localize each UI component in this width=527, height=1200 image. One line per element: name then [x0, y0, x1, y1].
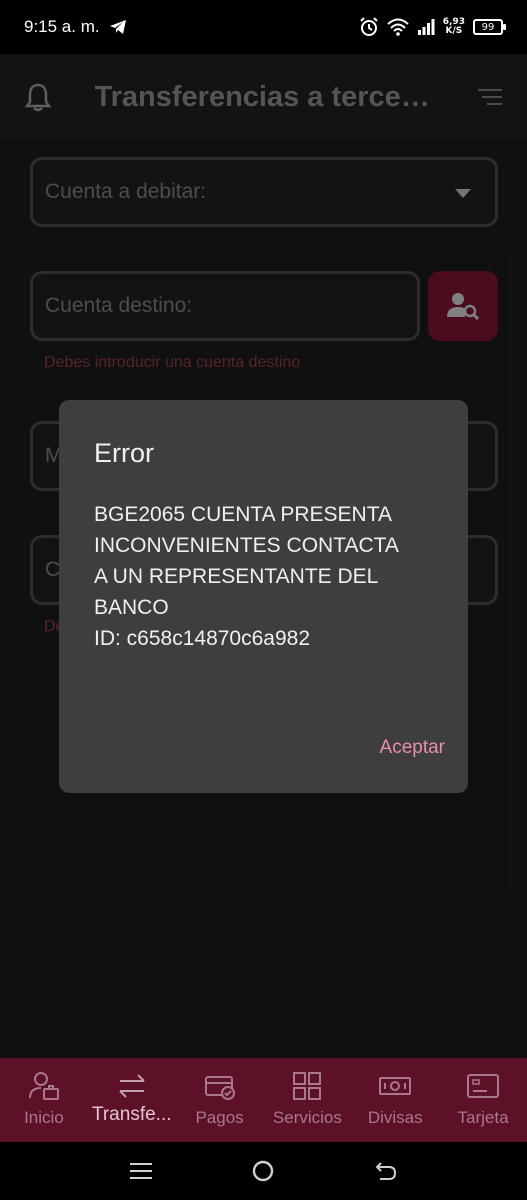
nav-item-tarjeta[interactable]: Tarjeta: [440, 1058, 527, 1142]
nav-item-servicios[interactable]: Servicios: [264, 1058, 351, 1142]
nav-label: Tarjeta: [457, 1108, 509, 1127]
nav-label: Divisas: [367, 1108, 423, 1127]
payment-card-icon: [204, 1076, 235, 1100]
back-icon[interactable]: [375, 1160, 397, 1182]
recent-apps-icon[interactable]: [130, 1161, 153, 1181]
dialog-title: Error: [94, 438, 154, 468]
nav-label: Inicio: [24, 1108, 64, 1127]
nav-label: Servicios: [272, 1108, 342, 1127]
home-person-icon: [28, 1072, 59, 1100]
error-dialog: Error BGE2065 CUENTA PRESENTA INCONVENIE…: [59, 400, 468, 793]
status-right: 6,93 K/S 99: [359, 17, 506, 37]
nav-label: Transfe...: [91, 1104, 172, 1125]
alarm-icon: [360, 17, 378, 36]
battery-level: 99: [481, 21, 495, 33]
dialog-message: BGE2065 CUENTA PRESENTA INCONVENIENTES C…: [94, 503, 399, 650]
card-icon: [467, 1074, 500, 1098]
status-bar: 9:15 a. m. 6,93 K/S 99: [0, 0, 527, 54]
speed-unit: K/S: [445, 26, 463, 36]
battery-icon: 99: [473, 19, 506, 35]
nav-item-divisas[interactable]: Divisas: [352, 1058, 439, 1142]
telegram-icon: [109, 20, 126, 34]
nav-item-transferencias[interactable]: Transfe...: [88, 1058, 175, 1142]
currency-bill-icon: [379, 1077, 412, 1095]
bottom-navigation: Inicio Transfe... Pagos Servicios Divisa…: [0, 1058, 527, 1142]
transfer-arrows-icon: [119, 1074, 145, 1098]
signal-icon: [417, 19, 435, 35]
grid-icon: [293, 1072, 322, 1100]
nav-label: Pagos: [195, 1108, 244, 1127]
nav-item-inicio[interactable]: Inicio: [0, 1058, 87, 1142]
status-time: 9:15 a. m.: [24, 17, 100, 36]
nav-item-pagos[interactable]: Pagos: [176, 1058, 263, 1142]
network-speed: 6,93 K/S: [443, 18, 465, 36]
system-navigation-bar: [0, 1142, 527, 1200]
wifi-icon: [387, 18, 409, 36]
status-left: 9:15 a. m.: [24, 17, 126, 37]
accept-button[interactable]: Aceptar: [380, 737, 445, 759]
home-circle-icon[interactable]: [252, 1160, 274, 1182]
